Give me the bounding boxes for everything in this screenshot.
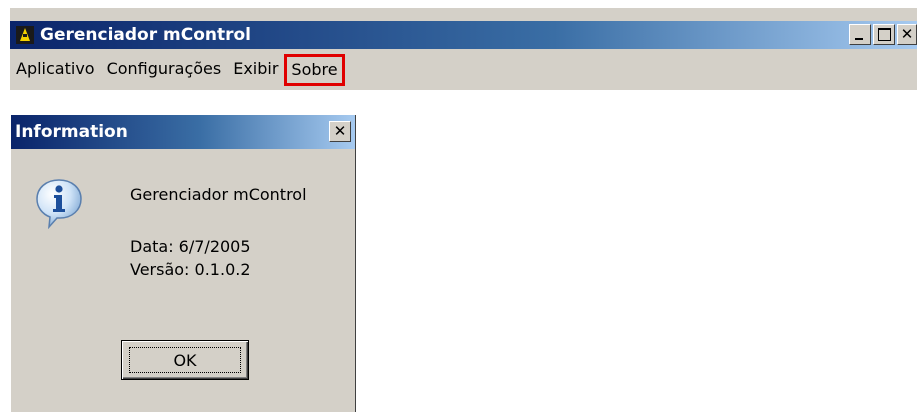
ok-button[interactable]: OK: [121, 340, 249, 380]
caption-buttons: ✕: [849, 24, 917, 45]
information-dialog: Information ✕ Gerenciador mControl Data:…: [10, 115, 356, 412]
menu-item-sobre[interactable]: Sobre: [284, 54, 345, 86]
maximize-button[interactable]: [873, 24, 895, 45]
ok-button-label: OK: [129, 347, 241, 373]
menu-bar: Aplicativo Configurações Exibir Sobre: [10, 52, 917, 88]
info-icon: [36, 179, 82, 229]
main-titlebar[interactable]: Gerenciador mControl ✕: [10, 21, 917, 49]
menu-item-exibir[interactable]: Exibir: [227, 54, 284, 86]
version-text: Versão: 0.1.0.2: [130, 260, 251, 279]
date-text: Data: 6/7/2005: [130, 237, 251, 256]
minimize-button[interactable]: [849, 24, 871, 45]
menu-item-configuracoes[interactable]: Configurações: [101, 54, 228, 86]
main-window: Gerenciador mControl ✕ Aplicativo Config…: [10, 8, 917, 90]
app-logo-icon: [16, 26, 34, 44]
menu-item-aplicativo[interactable]: Aplicativo: [10, 54, 101, 86]
main-window-title: Gerenciador mControl: [40, 25, 252, 45]
close-button[interactable]: ✕: [897, 24, 917, 45]
app-name-text: Gerenciador mControl: [130, 185, 307, 204]
dialog-close-button[interactable]: ✕: [329, 121, 351, 142]
dialog-title: Information: [15, 122, 128, 142]
dialog-titlebar[interactable]: Information ✕: [11, 115, 355, 149]
